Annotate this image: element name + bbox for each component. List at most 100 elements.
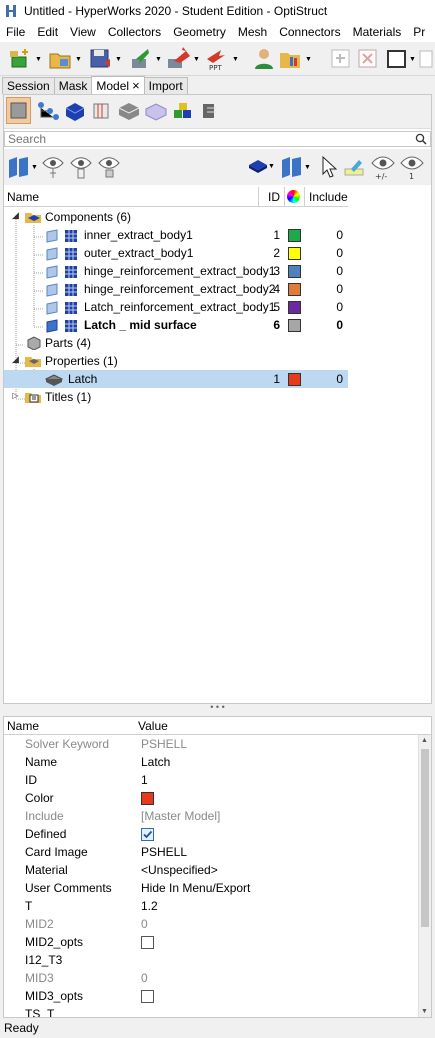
scroll-up-icon[interactable]: ▲ <box>421 737 428 744</box>
mid3-opts-checkbox[interactable] <box>141 990 154 1004</box>
show-button[interactable] <box>42 155 64 181</box>
component-eye-icon[interactable] <box>46 283 80 297</box>
collapse-arrow-icon[interactable]: ◢ <box>11 355 20 365</box>
filter-blocks-button[interactable] <box>63 100 87 122</box>
menu-mesh[interactable]: Mesh <box>232 22 273 42</box>
menu-file[interactable]: File <box>0 22 31 42</box>
tab-model[interactable]: Model × <box>91 76 145 94</box>
prop-value-card-image-select[interactable]: PSHELL <box>141 845 187 859</box>
tab-import[interactable]: Import <box>143 77 188 94</box>
menu-properties[interactable]: Pr <box>407 22 431 42</box>
color-mode-button[interactable]: ▼ <box>248 157 275 175</box>
render-style-button[interactable]: ▼ <box>280 155 311 179</box>
tab-session[interactable]: Session <box>2 77 55 94</box>
hide-button[interactable] <box>98 155 120 181</box>
menu-geometry[interactable]: Geometry <box>167 22 232 42</box>
menu-connectors[interactable]: Connectors <box>273 22 346 42</box>
component-eye-icon[interactable] <box>46 301 80 315</box>
color-swatch[interactable] <box>288 283 301 296</box>
prop-value-id-field[interactable]: 1 <box>141 773 148 787</box>
tree-row-selected[interactable]: Latch 1 0 <box>4 370 348 388</box>
show-all-button[interactable]: +/- <box>371 155 395 181</box>
column-id[interactable]: ID <box>259 187 285 207</box>
filter-systems-button[interactable] <box>198 100 222 122</box>
import-button[interactable]: ▼ <box>128 46 162 72</box>
prop-row-t[interactable]: T 1.2 <box>4 897 416 915</box>
filter-load-collectors-button[interactable] <box>90 100 114 122</box>
filter-components-button[interactable] <box>6 97 31 124</box>
color-swatch[interactable] <box>288 265 301 278</box>
tree-row[interactable]: hinge_reinforcement_extract_body2 4 0 <box>4 280 348 298</box>
tree-node-parts[interactable]: Parts (4) <box>4 334 348 352</box>
prop-color-swatch[interactable] <box>141 792 154 805</box>
component-eye-icon[interactable] <box>46 229 80 243</box>
library-button[interactable]: ▼ <box>278 46 312 72</box>
tree-row[interactable]: inner_extract_body1 1 0 <box>4 226 348 244</box>
scrollbar-thumb[interactable] <box>421 749 429 927</box>
color-swatch[interactable] <box>288 319 301 332</box>
open-button[interactable]: ▼ <box>48 46 82 72</box>
defined-checkbox[interactable] <box>141 828 154 842</box>
filter-loadsteps-button[interactable] <box>117 100 141 122</box>
color-swatch[interactable] <box>288 373 301 386</box>
expand-all-button[interactable] <box>330 46 352 72</box>
prop-row-card-image[interactable]: Card Image PSHELL <box>4 843 416 861</box>
color-swatch[interactable] <box>288 247 301 260</box>
overflow-toolbar-button[interactable] <box>418 46 434 72</box>
collapse-arrow-icon[interactable]: ◢ <box>11 211 20 221</box>
prop-value-thickness-field[interactable]: 1.2 <box>141 899 158 913</box>
color-swatch[interactable] <box>288 301 301 314</box>
tree-node-components[interactable]: ◢ Components (6) <box>4 208 348 226</box>
menu-collectors[interactable]: Collectors <box>102 22 167 42</box>
select-cursor-button[interactable] <box>321 156 337 178</box>
window-layout-button[interactable]: ▼ <box>386 46 416 72</box>
component-eye-icon[interactable] <box>46 247 80 261</box>
tree-row[interactable]: hinge_reinforcement_extract_body1 3 0 <box>4 262 348 280</box>
column-color[interactable] <box>285 187 305 207</box>
mid2-opts-checkbox[interactable] <box>141 936 154 950</box>
prop-row-id[interactable]: ID 1 <box>4 771 416 789</box>
component-eye-icon[interactable] <box>46 265 80 279</box>
prop-row-color[interactable]: Color <box>4 789 416 807</box>
user-profile-button[interactable] <box>252 46 276 72</box>
menu-view[interactable]: View <box>64 22 102 42</box>
highlight-button[interactable] <box>343 157 365 177</box>
prop-value-material-select[interactable]: <Unspecified> <box>141 863 218 877</box>
prop-row-ts-t[interactable]: TS_T <box>4 1005 416 1017</box>
create-button[interactable]: ▼ <box>8 46 42 72</box>
tree-row[interactable]: Latch _ mid surface 6 0 <box>4 316 348 334</box>
prop-row-defined[interactable]: Defined <box>4 825 416 843</box>
menu-edit[interactable]: Edit <box>31 22 64 42</box>
filter-materials-button[interactable] <box>144 100 168 122</box>
expand-arrow-icon[interactable]: ▷ <box>11 392 20 401</box>
filter-properties-button[interactable] <box>171 100 195 122</box>
panel-splitter[interactable]: • • • <box>3 703 432 716</box>
prop-row-mid2-opts[interactable]: MID2_opts <box>4 933 416 951</box>
filter-assemblies-button[interactable] <box>36 100 60 122</box>
prop-row-name[interactable]: Name Latch <box>4 753 416 771</box>
tree-row[interactable]: outer_extract_body1 2 0 <box>4 244 348 262</box>
scroll-down-icon[interactable]: ▼ <box>421 1008 428 1015</box>
vertical-scrollbar[interactable]: ▲ ▼ <box>418 735 431 1017</box>
show-one-button[interactable]: 1 <box>400 155 424 181</box>
search-icon[interactable] <box>415 133 427 145</box>
color-swatch[interactable] <box>288 229 301 242</box>
display-mode-button[interactable]: ▼ <box>7 155 38 179</box>
menu-materials[interactable]: Materials <box>347 22 408 42</box>
close-tab-icon[interactable]: × <box>132 78 140 94</box>
prop-row-i12-t3[interactable]: I12_T3 <box>4 951 416 969</box>
save-button[interactable]: ▼ <box>88 46 122 72</box>
prop-value-user-comments-select[interactable]: Hide In Menu/Export <box>141 881 250 895</box>
component-eye-icon[interactable] <box>46 319 80 333</box>
column-name[interactable]: Name <box>4 187 259 207</box>
prop-row-user-comments[interactable]: User Comments Hide In Menu/Export <box>4 879 416 897</box>
tree-node-properties[interactable]: ◢ Properties (1) <box>4 352 348 370</box>
prop-row-material[interactable]: Material <Unspecified> <box>4 861 416 879</box>
export-button[interactable]: ▼ <box>166 46 200 72</box>
tree-row[interactable]: Latch_reinforcement_extract_body1 5 0 <box>4 298 348 316</box>
search-input[interactable] <box>5 132 405 146</box>
isolate-button[interactable] <box>70 155 92 181</box>
prop-value-name-field[interactable]: Latch <box>141 755 170 769</box>
prop-row-mid3-opts[interactable]: MID3_opts <box>4 987 416 1005</box>
tree-node-titles[interactable]: ▷ Titles (1) <box>4 388 348 406</box>
